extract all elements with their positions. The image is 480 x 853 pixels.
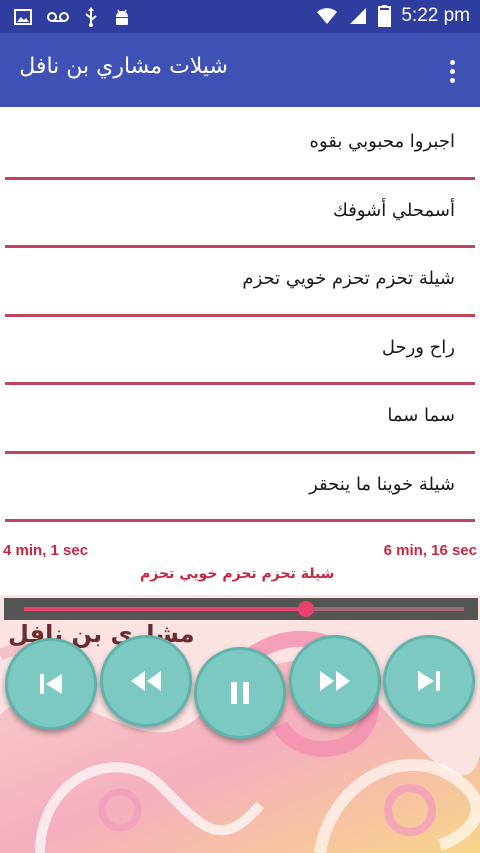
- status-left-icons: [14, 6, 132, 28]
- track-item[interactable]: شيلة خوينا ما ينحقر: [5, 454, 475, 522]
- elapsed-time: 4 min, 1 sec: [3, 542, 89, 559]
- seek-thumb[interactable]: [297, 601, 314, 617]
- track-item[interactable]: شيلة تحزم تحزم خويي تحزم: [5, 248, 475, 317]
- battery-icon: [378, 5, 392, 27]
- rewind-button[interactable]: [100, 635, 192, 727]
- now-playing-title: شيلة تحزم تحزم خويي تحزم: [140, 566, 335, 582]
- clock: 5:22 pm: [401, 5, 470, 26]
- usb-icon: [85, 7, 97, 27]
- seek-bar-container: [4, 598, 478, 620]
- rewind-icon: [131, 671, 161, 691]
- image-icon: [14, 9, 32, 25]
- seek-progress: [24, 607, 306, 611]
- wifi-icon: [317, 8, 338, 24]
- track-list: اجبروا محبوبي بقوه أسمحلي أشوفك شيلة تحز…: [5, 111, 475, 522]
- pause-icon: [231, 682, 249, 704]
- voicemail-icon: [47, 12, 69, 22]
- track-title: أسمحلي أشوفك: [333, 199, 455, 221]
- track-item[interactable]: أسمحلي أشوفك: [5, 180, 475, 248]
- track-item[interactable]: اجبروا محبوبي بقوه: [5, 111, 475, 180]
- skip-previous-icon: [40, 674, 62, 694]
- skip-previous-button[interactable]: [5, 638, 97, 730]
- track-item[interactable]: سما سما: [5, 385, 475, 454]
- seek-bar[interactable]: [24, 601, 464, 617]
- track-title: سما سما: [387, 405, 455, 426]
- track-title: شيلة تحزم تحزم خويي تحزم: [242, 268, 455, 289]
- app-title: شيلات مشاري بن نافل: [19, 54, 228, 79]
- track-title: شيلة خوينا ما ينحقر: [309, 473, 455, 495]
- fast-forward-icon: [320, 671, 350, 691]
- app-bar: شيلات مشاري بن نافل: [0, 33, 480, 107]
- status-bar: 5:22 pm: [0, 0, 480, 33]
- skip-next-icon: [418, 671, 440, 691]
- signal-icon: [350, 8, 367, 24]
- track-title: اجبروا محبوبي بقوه: [309, 131, 455, 152]
- fast-forward-button[interactable]: [289, 635, 381, 727]
- status-right-icons: 5:22 pm: [316, 5, 470, 27]
- android-icon: [116, 9, 128, 25]
- media-player: مشاري بن نافل 4 min, 1 sec 6 min, 16 sec…: [0, 525, 480, 853]
- total-duration: 6 min, 16 sec: [383, 542, 477, 559]
- skip-next-button[interactable]: [383, 635, 475, 727]
- track-title: راح ورحل: [381, 336, 455, 358]
- track-item[interactable]: راح ورحل: [5, 317, 475, 385]
- more-vert-icon[interactable]: [438, 57, 466, 85]
- pause-button[interactable]: [194, 647, 286, 739]
